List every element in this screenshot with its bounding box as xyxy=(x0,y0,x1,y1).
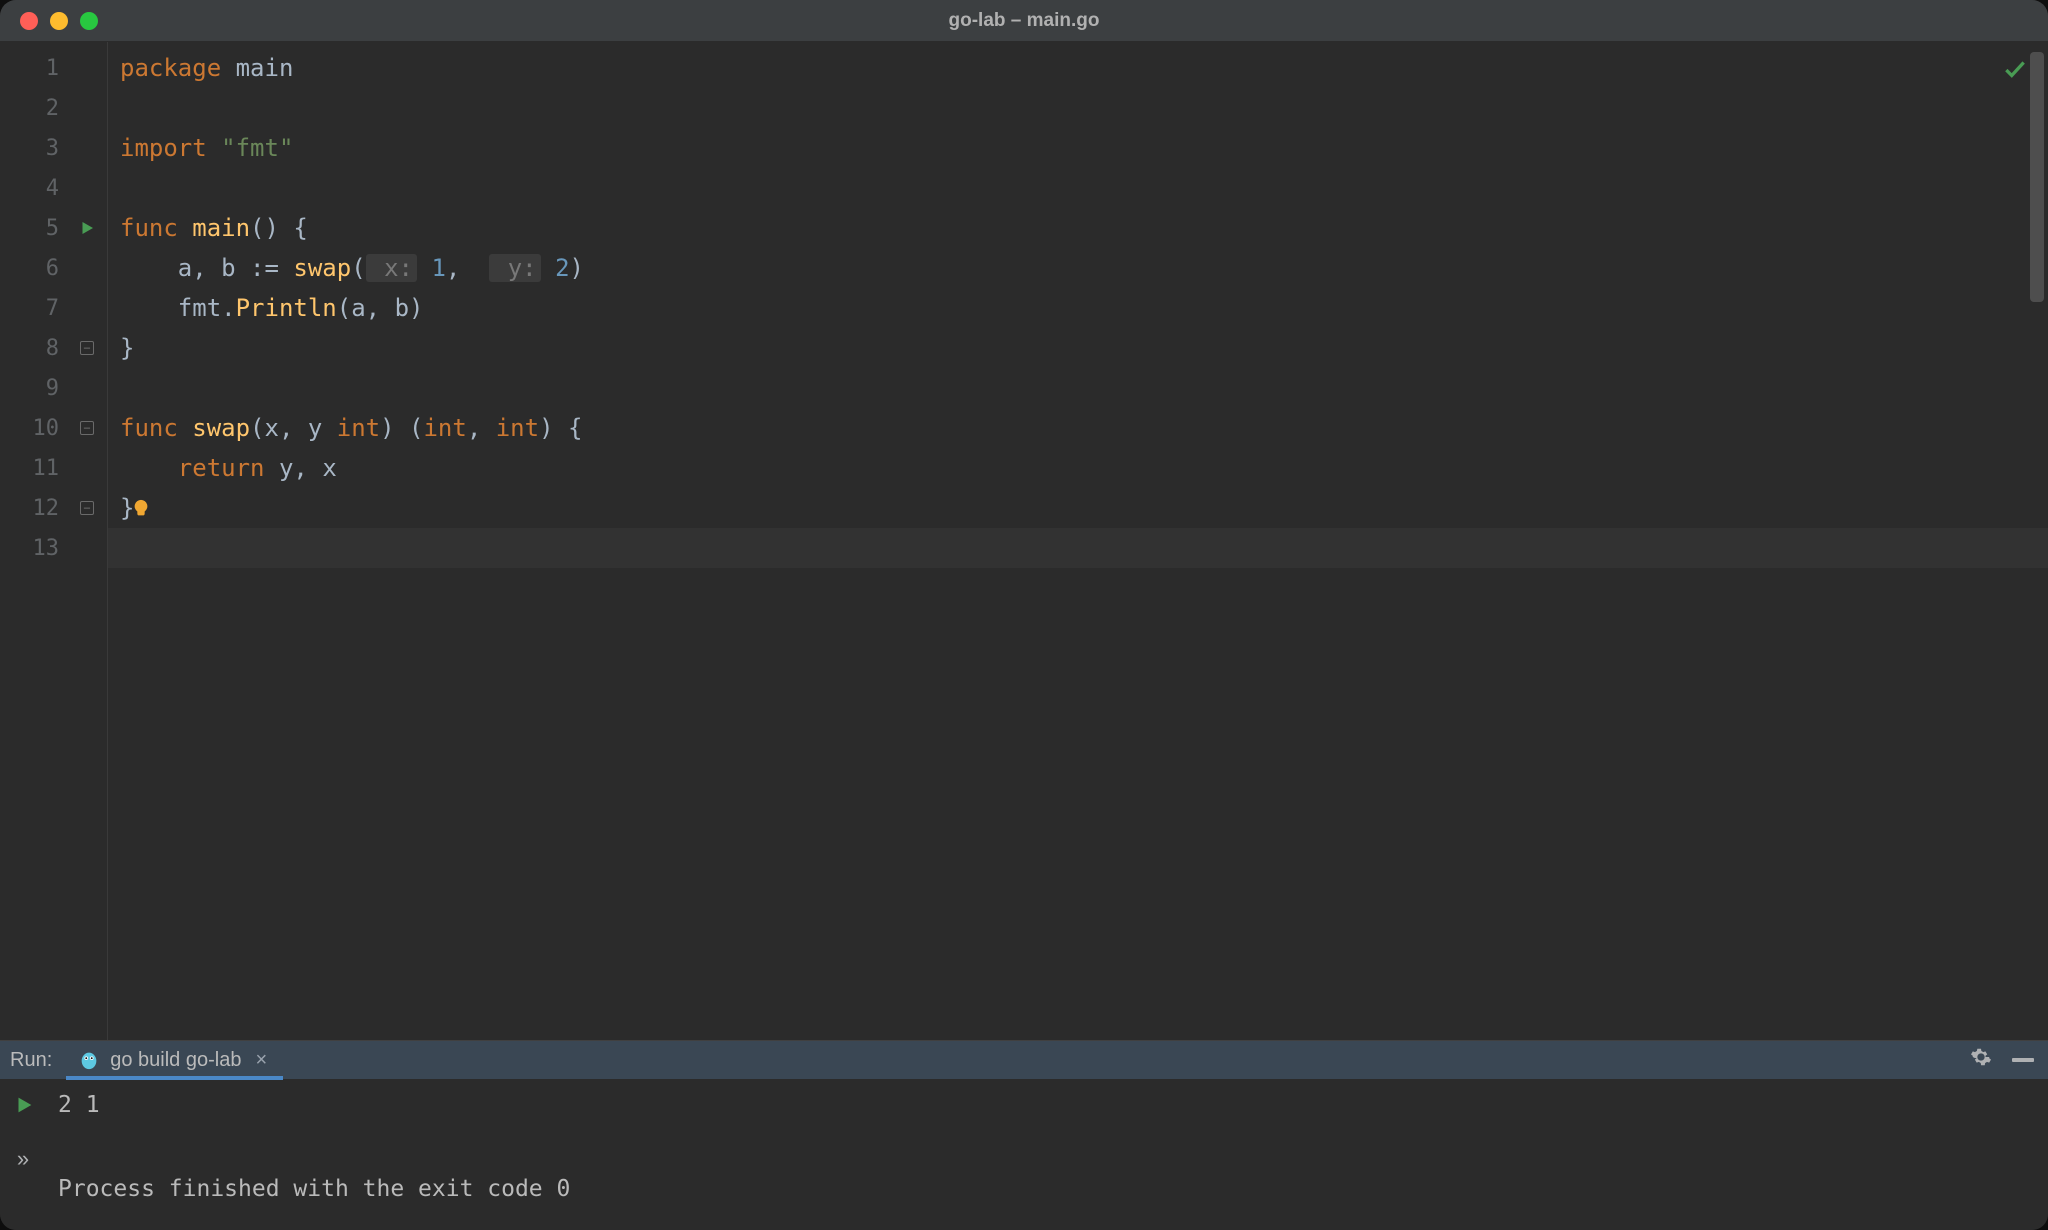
code-line[interactable]: func main() { xyxy=(108,208,2048,248)
run-tool-window: Run: go build go-lab × » 2 1 Process fin… xyxy=(0,1040,2048,1230)
code-line[interactable]: } xyxy=(108,328,2048,368)
minimize-button[interactable] xyxy=(50,12,68,30)
gutter-line[interactable]: 6 xyxy=(0,248,107,288)
maximize-button[interactable] xyxy=(80,12,98,30)
gutter-line[interactable]: 9 xyxy=(0,368,107,408)
code-line[interactable] xyxy=(108,528,2048,568)
code-line[interactable] xyxy=(108,168,2048,208)
gutter-line[interactable]: 12− xyxy=(0,488,107,528)
code-line[interactable] xyxy=(108,88,2048,128)
editor-area: 12345678−910−1112−13 package main import … xyxy=(0,42,2048,1040)
run-gutter-icon[interactable] xyxy=(75,216,99,240)
code-line[interactable]: } xyxy=(108,488,2048,528)
gutter-line[interactable]: 7 xyxy=(0,288,107,328)
fold-icon[interactable]: − xyxy=(75,336,99,360)
code-line[interactable] xyxy=(108,368,2048,408)
run-tab[interactable]: go build go-lab × xyxy=(66,1041,283,1079)
ide-window: go-lab – main.go 12345678−910−1112−13 pa… xyxy=(0,0,2048,1230)
minimize-panel-icon[interactable] xyxy=(2012,1058,2034,1062)
intention-bulb-icon[interactable] xyxy=(130,498,152,520)
gutter-line[interactable]: 11 xyxy=(0,448,107,488)
console-line: Process finished with the exit code 0 xyxy=(58,1176,2038,1202)
gutter-line[interactable]: 10− xyxy=(0,408,107,448)
more-actions-icon[interactable]: » xyxy=(17,1146,31,1172)
gutter-line[interactable]: 4 xyxy=(0,168,107,208)
console-output[interactable]: 2 1 Process finished with the exit code … xyxy=(48,1080,2048,1230)
gutter-line[interactable]: 3 xyxy=(0,128,107,168)
titlebar: go-lab – main.go xyxy=(0,0,2048,42)
code-line[interactable]: a, b := swap( x: 1, y: 2) xyxy=(108,248,2048,288)
window-title: go-lab – main.go xyxy=(0,10,2048,32)
console-line xyxy=(58,1134,2038,1160)
gutter: 12345678−910−1112−13 xyxy=(0,42,108,1040)
run-tab-label: go build go-lab xyxy=(110,1049,241,1072)
run-sidebar: » xyxy=(0,1080,48,1230)
code-line[interactable]: package main xyxy=(108,48,2048,88)
traffic-lights xyxy=(20,12,98,30)
gutter-line[interactable]: 8− xyxy=(0,328,107,368)
run-tabbar: Run: go build go-lab × xyxy=(0,1041,2048,1080)
run-panel-label: Run: xyxy=(0,1041,66,1079)
code-editor[interactable]: package main import "fmt" func main() { a,… xyxy=(108,42,2048,1040)
gutter-line[interactable]: 1 xyxy=(0,48,107,88)
fold-icon[interactable]: − xyxy=(75,496,99,520)
fold-icon[interactable]: − xyxy=(75,416,99,440)
gear-icon[interactable] xyxy=(1970,1046,1992,1074)
rerun-icon[interactable] xyxy=(13,1094,35,1116)
gutter-line[interactable]: 5 xyxy=(0,208,107,248)
gutter-line[interactable]: 2 xyxy=(0,88,107,128)
close-tab-icon[interactable]: × xyxy=(251,1049,271,1072)
console-line: 2 1 xyxy=(58,1092,2038,1118)
code-line[interactable]: return y, x xyxy=(108,448,2048,488)
run-body: » 2 1 Process finished with the exit cod… xyxy=(0,1080,2048,1230)
close-button[interactable] xyxy=(20,12,38,30)
code-line[interactable]: fmt.Println(a, b) xyxy=(108,288,2048,328)
code-line[interactable]: import "fmt" xyxy=(108,128,2048,168)
gopher-icon xyxy=(78,1049,100,1071)
gutter-line[interactable]: 13 xyxy=(0,528,107,568)
code-line[interactable]: func swap(x, y int) (int, int) { xyxy=(108,408,2048,448)
